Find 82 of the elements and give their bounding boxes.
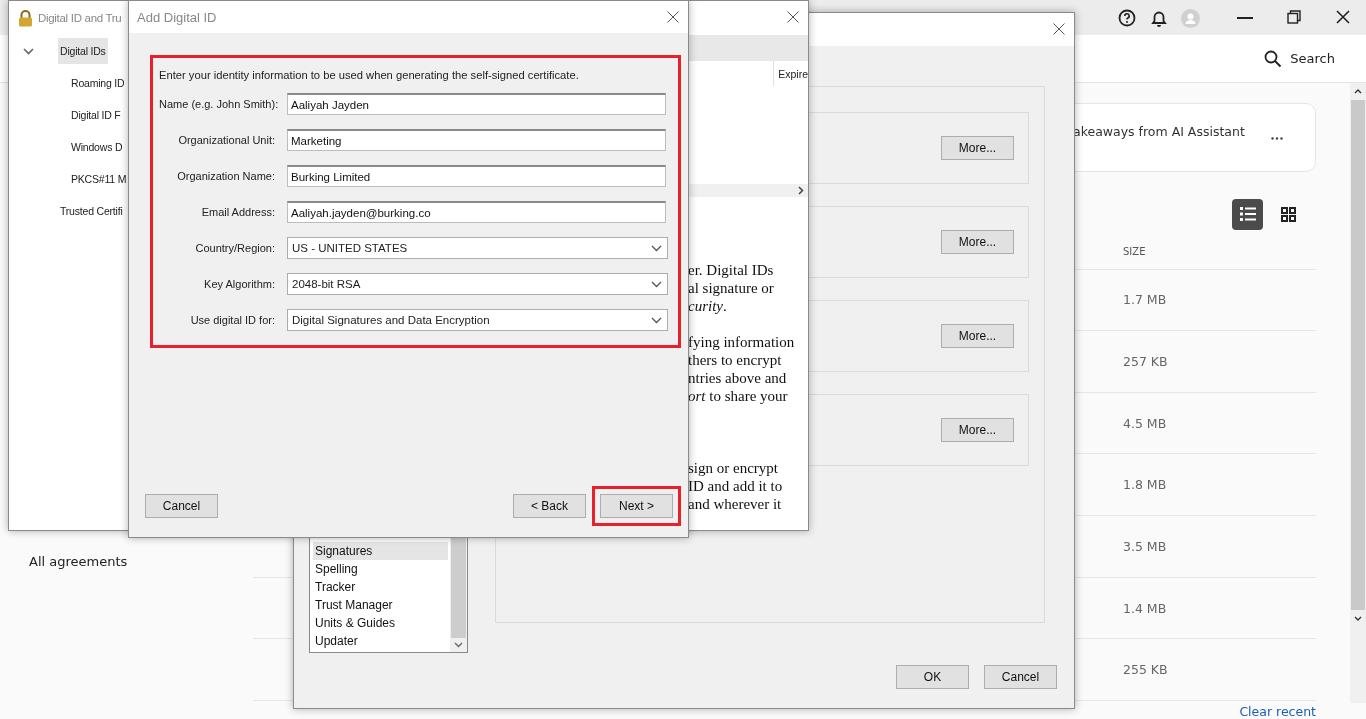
description-text: er. Digital IDs [688,261,775,279]
collapse-icon[interactable] [23,47,34,55]
table-cell: 4.5 MB [1123,415,1167,431]
search-button[interactable]: Search [1264,49,1335,68]
dialog-button[interactable]: Cancel [984,665,1057,689]
list-item[interactable]: Units & Guides [313,614,448,632]
list-item[interactable]: Trust Manager [313,596,448,614]
more-button[interactable]: More... [941,324,1014,348]
description-text: sign or encrypt [688,459,779,477]
card-title: akeaways from AI Assistant [1073,124,1245,139]
dropdown[interactable]: 2048-bit RSA [287,273,668,295]
scrollbar[interactable] [1350,83,1366,703]
list-item[interactable]: Updater [313,632,448,650]
dialog-button[interactable]: Cancel [145,494,218,518]
window-title: Add Digital ID [137,9,217,25]
tree-item[interactable]: Trusted Certifi [58,198,125,224]
help-icon[interactable] [1118,9,1136,27]
dropdown[interactable]: US - UNITED STATES [287,237,668,259]
text-field[interactable]: Aaliyah.jayden@burking.co [287,201,666,223]
table-cell: 257 KB [1123,353,1168,369]
tree-item[interactable]: Digital IDs [58,38,108,64]
description-text: ID and add it to [688,477,784,495]
search-icon [1264,49,1283,68]
field-label: Email Address: [200,205,275,220]
next-button[interactable]: Next > [600,494,673,518]
table-cell: 255 KB [1123,662,1168,678]
tree-item[interactable]: PKCS#11 M [69,166,129,192]
description-text: ort to share your [688,387,789,405]
table-cell: 1.4 MB [1123,600,1167,616]
tree-item[interactable]: Roaming ID [69,70,127,96]
window-title: Digital ID and Tru [38,12,122,24]
description-text: fying information [688,333,796,351]
dropdown[interactable]: Digital Signatures and Data Encryption [287,309,668,331]
more-button[interactable]: More... [941,136,1014,160]
list-view-button[interactable] [1232,198,1263,230]
description-text: ntries above and [688,369,788,387]
more-button[interactable]: More... [941,230,1014,254]
chevron-down-icon [651,244,662,252]
grid-icon [1281,206,1296,222]
nav-link[interactable]: All agreements [29,554,128,569]
close-icon[interactable] [1053,23,1065,35]
restore-icon[interactable] [1287,10,1301,24]
list-item[interactable]: Tracker [313,578,448,596]
table-cell: 1.8 MB [1123,477,1167,493]
close-icon[interactable] [667,11,679,23]
column-header[interactable]: Expire [773,61,808,87]
field-label: Organizational Unit: [177,133,275,148]
column-header[interactable]: SIZE [1123,246,1146,258]
dialog-button[interactable]: OK [896,665,969,689]
scroll-down-icon[interactable] [454,642,463,648]
clear-recent-link[interactable]: Clear recent [1239,704,1316,719]
description-text: al signature or [688,279,775,297]
padlock-icon [18,9,33,27]
scroll-up-icon[interactable] [1354,89,1362,94]
description-text: curity. [688,297,728,315]
table-cell: 3.5 MB [1123,538,1167,554]
instruction-text: Enter your identity information to be used when generating the self-signed certificate. [159,68,580,83]
list-item[interactable]: Spelling [313,560,448,578]
description-text: and wherever it [688,495,783,513]
tree-item[interactable]: Digital ID F [69,102,123,128]
text-field[interactable]: Burking Limited [287,165,666,187]
field-label: Use digital ID for: [189,313,275,328]
list-icon [1239,207,1256,222]
tree-item[interactable]: Windows D [69,134,125,160]
field-label: Country/Region: [194,241,275,256]
more-button[interactable]: More... [941,418,1014,442]
close-icon[interactable] [787,11,799,23]
bell-icon[interactable] [1150,9,1168,28]
field-label: Key Algorithm: [203,277,275,292]
description-text: thers to encrypt [688,351,783,369]
text-field[interactable]: Aaliyah Jayden [287,93,666,115]
table-cell: 1.7 MB [1123,292,1167,308]
more-icon[interactable] [1271,137,1283,140]
chevron-down-icon [651,316,662,324]
field-label: Organization Name: [176,169,275,184]
scroll-down-icon[interactable] [1354,616,1362,621]
chevron-down-icon [651,280,662,288]
list-item[interactable]: Signatures [313,542,448,560]
dialog-button[interactable]: < Back [513,494,586,518]
close-icon[interactable] [1336,10,1350,24]
scroll-right-icon[interactable] [798,186,804,196]
text-field[interactable]: Marketing [287,129,666,151]
